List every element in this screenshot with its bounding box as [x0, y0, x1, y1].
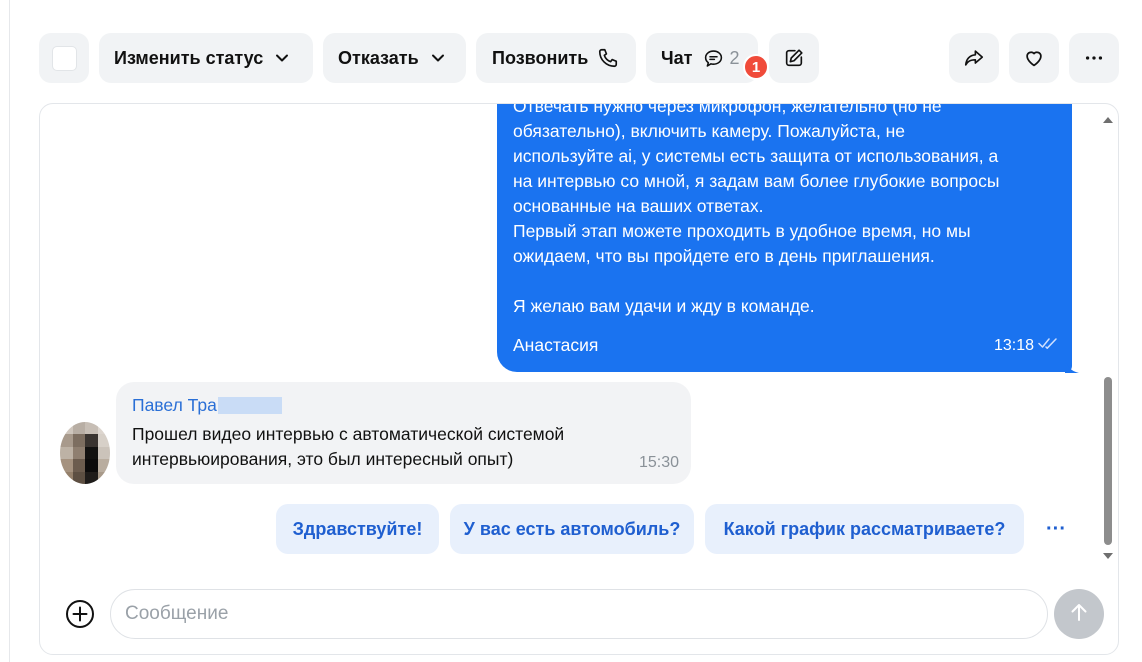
avatar	[60, 422, 110, 484]
share-arrow-icon	[963, 47, 985, 69]
redacted-surname	[217, 396, 282, 414]
quick-reply-greeting[interactable]: Здравствуйте!	[276, 504, 439, 554]
chat-label: Чат	[661, 47, 693, 68]
call-label: Позвонить	[492, 47, 589, 68]
incoming-line: интервьюирования, это был интересный опы…	[132, 449, 514, 469]
outgoing-meta: 13:18	[994, 333, 1058, 358]
quick-reply-schedule[interactable]: Какой график рассматриваете?	[705, 504, 1024, 554]
checkbox-box[interactable]	[51, 45, 77, 71]
like-button[interactable]	[1009, 33, 1059, 83]
send-button[interactable]	[1054, 589, 1104, 639]
phone-icon	[597, 47, 619, 69]
chat-panel: Отвечать нужно через микрофон, желательн…	[39, 103, 1119, 655]
outgoing-line: Первый этап можете проходить в удобное в…	[513, 221, 971, 241]
incoming-message: Павел Тра Прошел видео интервью с автома…	[116, 382, 691, 484]
chevron-down-icon	[430, 50, 446, 66]
attach-button[interactable]	[64, 598, 96, 630]
pencil-icon	[783, 47, 805, 69]
more-button[interactable]	[1069, 33, 1119, 83]
outgoing-line: Я желаю вам удачи и жду в команде.	[513, 296, 815, 316]
outgoing-line: обязательно), включить камеру. Пожалуйст…	[513, 121, 905, 141]
reject-label: Отказать	[338, 47, 419, 68]
scroll-down-arrow-icon[interactable]	[1101, 550, 1115, 562]
share-button[interactable]	[949, 33, 999, 83]
outgoing-time: 13:18	[993, 337, 1034, 354]
outgoing-line: основанные на ваших ответах.	[513, 196, 764, 216]
reject-button[interactable]: Отказать	[323, 33, 466, 83]
bubble-tail	[1065, 359, 1079, 373]
incoming-time: 15:30	[638, 454, 679, 471]
chevron-down-icon	[274, 50, 290, 66]
chat-bubble-icon	[703, 48, 724, 69]
more-dots-icon	[1083, 47, 1105, 69]
outgoing-sender: Анастасия	[513, 335, 599, 355]
toolbar: Изменить статус Отказать Позвонить Чат 2…	[0, 33, 1142, 83]
incoming-sender[interactable]: Павел Тра	[132, 394, 675, 416]
call-button[interactable]: Позвонить	[476, 33, 636, 83]
unread-badge: 1	[743, 54, 769, 80]
incoming-text: Прошел видео интервью с автоматической с…	[132, 422, 675, 472]
arrow-up-icon	[1067, 600, 1091, 629]
heart-icon	[1023, 47, 1045, 69]
change-status-button[interactable]: Изменить статус	[99, 33, 313, 83]
double-check-icon	[1038, 333, 1058, 358]
quick-reply-car[interactable]: У вас есть автомобиль?	[450, 504, 694, 554]
outgoing-line: используйте ai, у системы есть защита от…	[513, 146, 999, 166]
incoming-line: Прошел видео интервью с автоматической с…	[132, 424, 565, 444]
scroll-up-arrow-icon[interactable]	[1101, 114, 1115, 126]
chat-button[interactable]: Чат 2	[646, 33, 758, 83]
outgoing-line: ожидаем, что вы пройдете его в день приг…	[513, 246, 935, 266]
outgoing-line: на интервью со мной, я задам вам более г…	[513, 171, 1000, 191]
left-divider	[9, 0, 10, 662]
select-checkbox[interactable]	[39, 33, 89, 83]
edit-button[interactable]	[769, 33, 819, 83]
message-input[interactable]	[110, 589, 1048, 639]
plus-circle-icon	[64, 600, 96, 634]
quick-replies-more-button[interactable]: ···	[1040, 517, 1072, 541]
outgoing-message: Отвечать нужно через микрофон, желательн…	[497, 104, 1072, 372]
outgoing-line: Отвечать нужно через микрофон, желательн…	[513, 104, 942, 116]
change-status-label: Изменить статус	[114, 47, 264, 68]
scrollbar-thumb[interactable]	[1104, 377, 1112, 545]
incoming-sender-name: Павел Тра	[132, 394, 217, 415]
chat-count: 2	[729, 47, 740, 68]
message-list: Отвечать нужно через микрофон, желательн…	[40, 104, 1100, 574]
